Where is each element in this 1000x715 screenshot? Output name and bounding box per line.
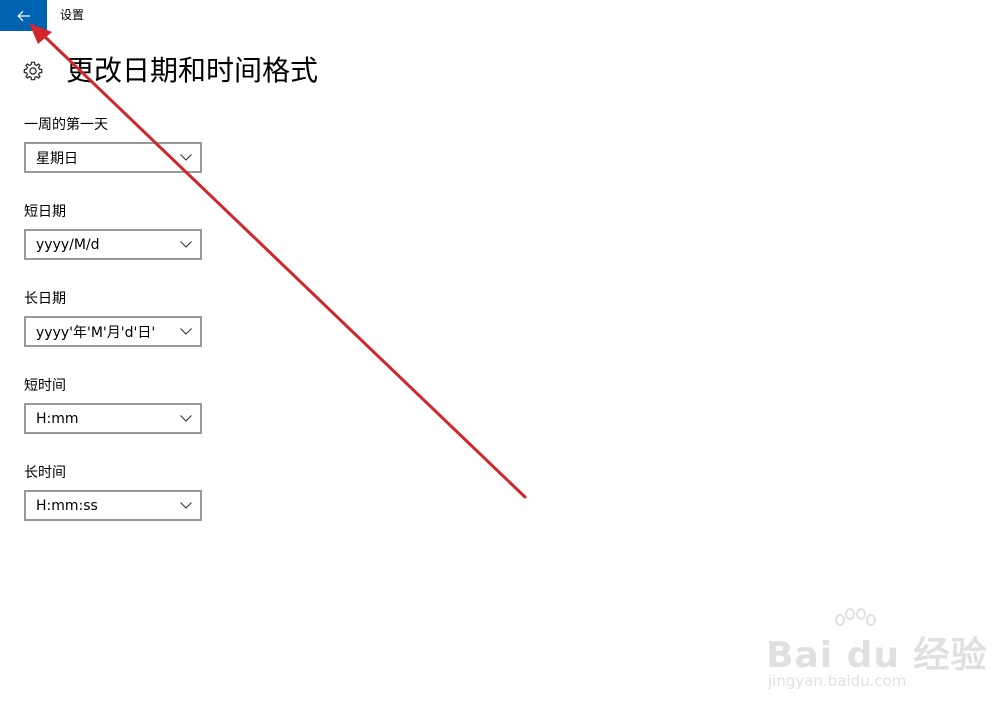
dropdown-value: 星期日 — [36, 150, 78, 167]
dropdown-value: yyyy'年'M'月'd'日' — [36, 324, 156, 341]
chevron-down-icon — [180, 415, 192, 422]
window-title: 设置 — [60, 8, 85, 22]
short-date-dropdown[interactable]: yyyy/M/d — [24, 229, 202, 260]
dropdown-value: H:mm:ss — [36, 497, 98, 514]
dropdown-value: H:mm — [36, 410, 79, 427]
setting-short-date: 短日期 yyyy/M/d — [24, 203, 202, 260]
back-button[interactable] — [0, 0, 47, 31]
setting-first-day-of-week: 一周的第一天 星期日 — [24, 116, 202, 173]
setting-long-date: 长日期 yyyy'年'M'月'd'日' — [24, 290, 202, 347]
back-arrow-icon — [16, 10, 30, 21]
chevron-down-icon — [180, 502, 192, 509]
setting-long-time: 长时间 H:mm:ss — [24, 464, 202, 521]
chevron-down-icon — [180, 328, 192, 335]
settings-window: 设置 更改日期和时间格式 一周的第一天 星期日 短日期 yyyy/M/d 长日期… — [0, 0, 1000, 715]
gear-icon — [23, 61, 43, 81]
short-time-dropdown[interactable]: H:mm — [24, 403, 202, 434]
setting-label: 短时间 — [24, 378, 66, 394]
setting-short-time: 短时间 H:mm — [24, 377, 202, 434]
setting-label: 一周的第一天 — [24, 117, 108, 133]
setting-label: 长时间 — [24, 465, 66, 481]
baidu-watermark: Bai du 经验 jingyan.baidu.com — [766, 608, 987, 698]
long-time-dropdown[interactable]: H:mm:ss — [24, 490, 202, 521]
long-date-dropdown[interactable]: yyyy'年'M'月'd'日' — [24, 316, 202, 347]
page-title: 更改日期和时间格式 — [66, 54, 319, 87]
watermark-url: jingyan.baidu.com — [768, 672, 907, 690]
setting-label: 短日期 — [24, 204, 66, 220]
setting-label: 长日期 — [24, 291, 66, 307]
dropdown-value: yyyy/M/d — [36, 236, 100, 253]
chevron-down-icon — [180, 154, 192, 161]
watermark-main-text: Bai du 经验 — [766, 635, 988, 676]
first-day-of-week-dropdown[interactable]: 星期日 — [24, 142, 202, 173]
chevron-down-icon — [180, 241, 192, 248]
